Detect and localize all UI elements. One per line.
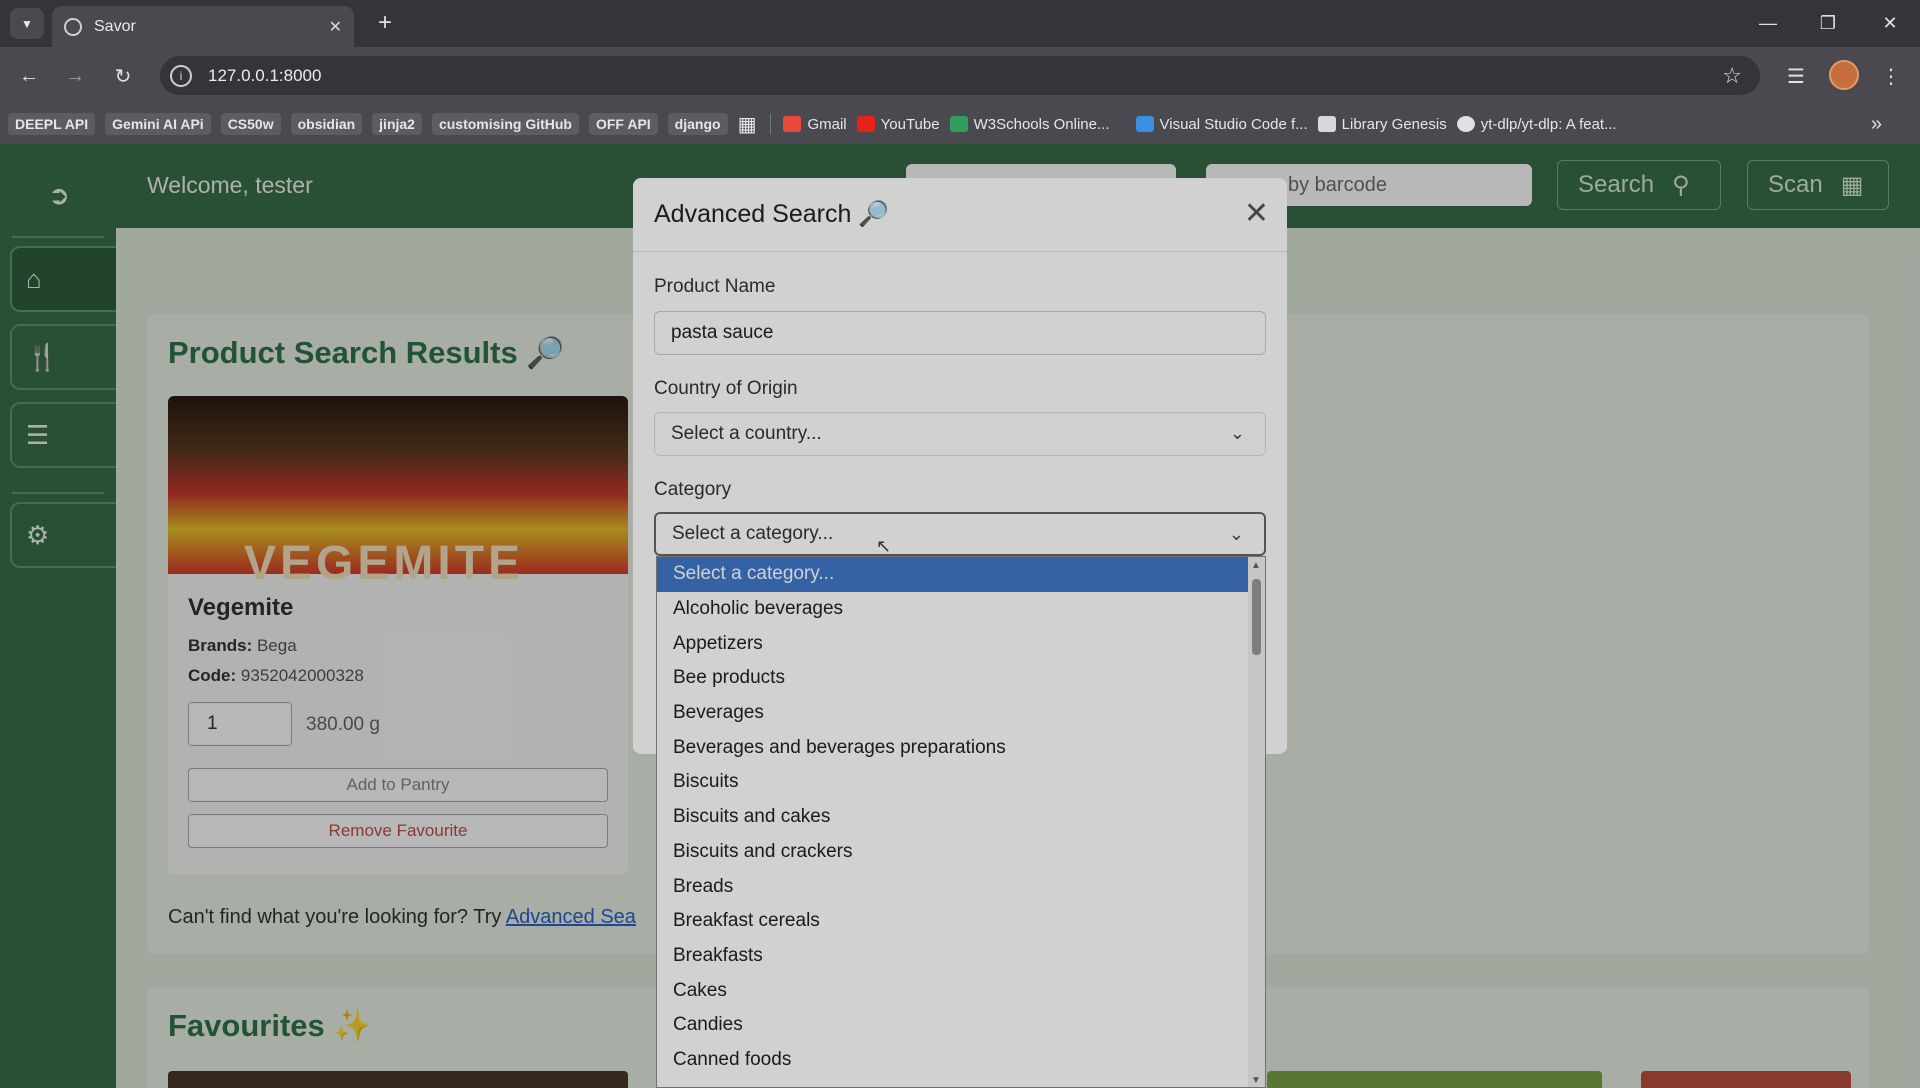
scrollbar-thumb[interactable] (1252, 579, 1261, 655)
reload-icon[interactable]: ↻ (108, 61, 138, 91)
bookmark-gemini-ai-api[interactable]: Gemini AI APi (105, 113, 211, 135)
browser-toolbar: ← → ↻ i 127.0.0.1:8000 ☆ ☰ ⋮ (0, 47, 1920, 104)
vscode-icon (1135, 116, 1154, 132)
category-option[interactable]: Cakes (657, 973, 1250, 1008)
w3schools-icon (949, 116, 968, 132)
gmail-icon (783, 116, 802, 132)
country-select[interactable]: Select a country... ⌄ (654, 412, 1266, 456)
category-option[interactable]: Breakfasts (657, 939, 1250, 974)
bookmark-w3schools[interactable]: W3Schools Online... (949, 116, 1110, 133)
scroll-down-icon[interactable]: ▼ (1251, 1075, 1261, 1086)
browser-tab-bar: ▼ Savor ✕ + — ❐ ✕ (0, 0, 1920, 47)
country-select-value: Select a country... (671, 423, 822, 444)
bookmark-vscode[interactable]: Visual Studio Code f... (1135, 116, 1308, 133)
back-arrow-icon[interactable]: ← (14, 61, 44, 91)
category-option[interactable]: Biscuits and cakes (657, 800, 1250, 835)
bookmark-off-api[interactable]: OFF API (588, 113, 658, 135)
category-option[interactable]: Breakfast cereals (657, 904, 1250, 939)
category-options: Select a category... Alcoholic beverages A… (657, 557, 1265, 1077)
category-option[interactable]: Biscuits (657, 765, 1250, 800)
tab-search-button[interactable]: ▼ (10, 8, 44, 39)
bookmark-cs50w[interactable]: CS50w (220, 113, 281, 135)
browser-tab[interactable]: Savor ✕ (52, 6, 354, 47)
site-info-icon[interactable]: i (170, 64, 192, 87)
bookmark-jinja2[interactable]: jinja2 (372, 113, 422, 135)
globe-icon (64, 17, 82, 36)
bookmark-youtube[interactable]: YouTube (856, 116, 940, 133)
address-bar[interactable]: i 127.0.0.1:8000 ☆ (160, 56, 1760, 95)
bookmarks-overflow-icon[interactable]: » (1871, 113, 1882, 136)
category-option[interactable]: Canned foods (657, 1043, 1250, 1078)
category-option[interactable]: Breads (657, 869, 1250, 904)
magnifier-icon: 🔎 (858, 200, 890, 228)
modal-header: Advanced Search 🔎 ✕ (633, 178, 1287, 252)
forward-arrow-icon[interactable]: → (60, 61, 90, 91)
bookmark-customising-github[interactable]: customising GitHub (431, 113, 579, 135)
category-option[interactable]: Beverages and beverages preparations (657, 730, 1250, 765)
youtube-icon (856, 116, 875, 132)
bookmark-obsidian[interactable]: obsidian (290, 113, 363, 135)
close-icon[interactable]: ✕ (1244, 196, 1269, 231)
bookmark-star-icon[interactable]: ☆ (1722, 63, 1742, 89)
category-label: Category (654, 479, 732, 500)
bookmark-yt-dlp[interactable]: yt-dlp/yt-dlp: A feat... (1456, 116, 1617, 133)
category-option[interactable]: Bee products (657, 661, 1250, 696)
url-text[interactable]: 127.0.0.1:8000 (208, 66, 321, 86)
new-tab-button[interactable]: + (370, 8, 400, 38)
github-icon (1456, 116, 1475, 132)
chevron-down-icon: ⌄ (1228, 524, 1244, 544)
category-select[interactable]: Select a category... ⌄ (654, 512, 1266, 556)
country-label: Country of Origin (654, 378, 798, 399)
library-icon (1317, 116, 1336, 132)
modal-title: Advanced Search 🔎 (654, 200, 890, 228)
category-option[interactable]: Alcoholic beverages (657, 592, 1250, 627)
minimize-button[interactable]: — (1748, 8, 1788, 38)
apps-grid-icon[interactable]: ▦ (738, 112, 757, 137)
product-name-input[interactable]: pasta sauce (654, 311, 1266, 355)
bookmark-deepl-api[interactable]: DEEPL API (8, 113, 96, 135)
profile-avatar[interactable] (1829, 60, 1859, 90)
bookmark-django[interactable]: django (667, 113, 728, 135)
category-dropdown-list: Select a category... Alcoholic beverages A… (656, 556, 1266, 1088)
scroll-up-icon[interactable]: ▲ (1251, 560, 1261, 571)
category-option[interactable]: Appetizers (657, 626, 1250, 661)
category-select-value: Select a category... (672, 523, 834, 544)
browser-menu-icon[interactable]: ⋮ (1876, 61, 1906, 91)
bookmarks-bar: DEEPL API Gemini AI APi CS50w obsidian j… (0, 104, 1920, 144)
bookmark-library-genesis[interactable]: Library Genesis (1317, 116, 1447, 133)
product-name-label: Product Name (654, 276, 776, 297)
bookmark-separator (770, 114, 772, 134)
dropdown-scrollbar[interactable]: ▲ ▼ (1248, 557, 1265, 1087)
tab-close-icon[interactable]: ✕ (329, 17, 342, 37)
category-option[interactable]: Select a category... (657, 557, 1250, 592)
chevron-down-icon: ⌄ (1229, 423, 1245, 443)
bookmark-gmail[interactable]: Gmail (783, 116, 847, 133)
tab-title: Savor (94, 17, 136, 35)
category-option[interactable]: Candies (657, 1008, 1250, 1043)
mouse-cursor-icon: ↖ (876, 536, 892, 556)
window-close-button[interactable]: ✕ (1870, 8, 1910, 38)
category-option[interactable]: Beverages (657, 696, 1250, 731)
category-option[interactable]: Biscuits and crackers (657, 835, 1250, 870)
media-controls-icon[interactable]: ☰ (1781, 61, 1811, 91)
restore-button[interactable]: ❐ (1808, 8, 1848, 38)
